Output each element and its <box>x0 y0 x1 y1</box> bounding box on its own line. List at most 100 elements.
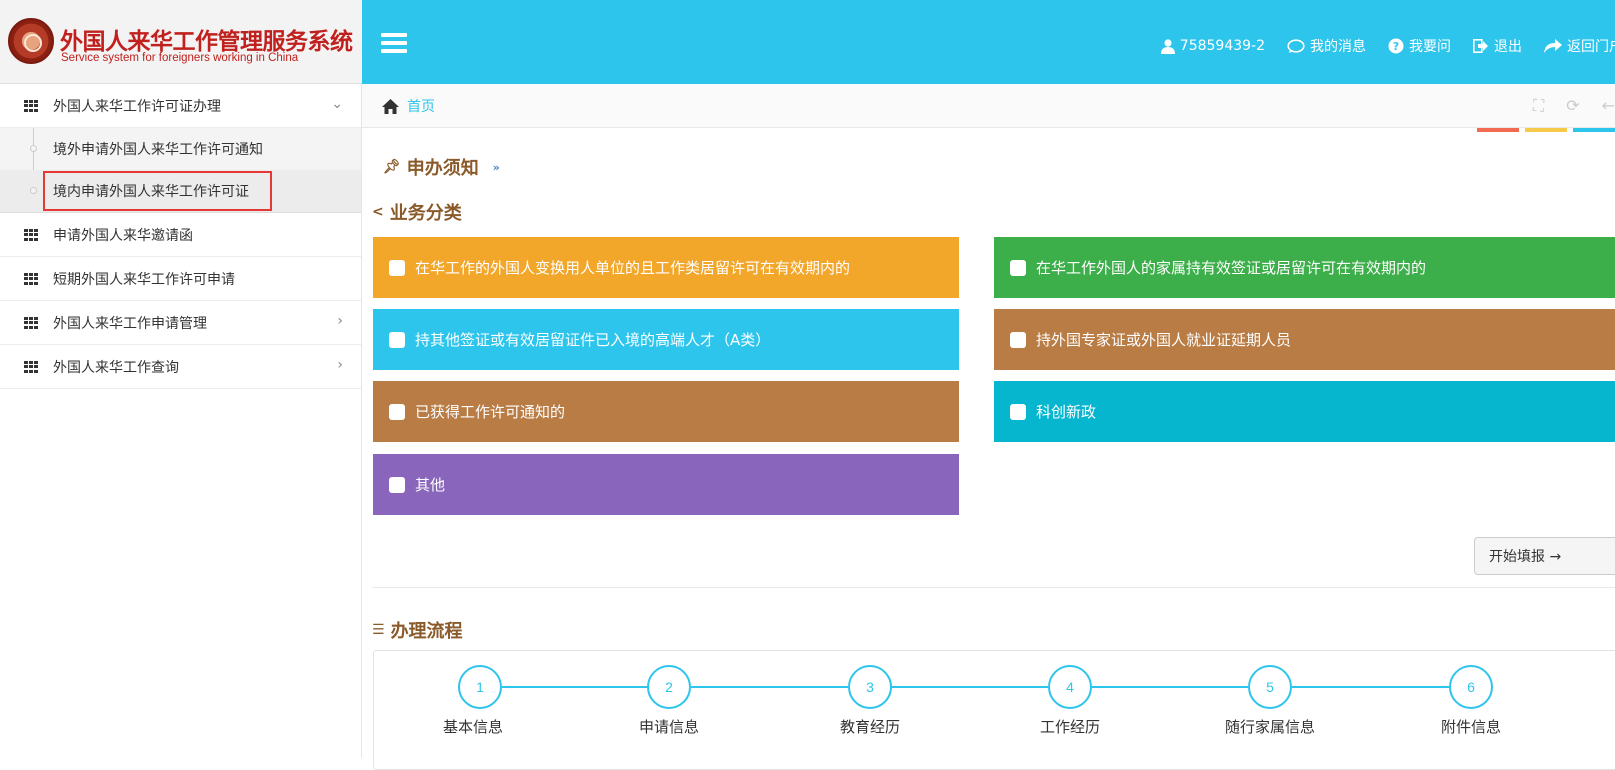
sidebar-item-query[interactable]: 外国人来华工作查询 › <box>0 345 361 389</box>
checkbox[interactable] <box>1010 331 1026 348</box>
sidebar-subitem-label: 境外申请外国人来华工作许可通知 <box>53 142 263 158</box>
messages-label: 我的消息 <box>1310 39 1366 55</box>
checkbox[interactable] <box>389 259 405 276</box>
sidebar-item-short-term[interactable]: 短期外国人来华工作许可申请 <box>0 257 361 301</box>
top-header: 外国人来华工作管理服务系统 Service system for foreign… <box>0 0 1615 84</box>
back-arrow-icon[interactable]: ← <box>1602 96 1615 116</box>
tree-dot-icon <box>30 145 37 152</box>
category-label: 持其他签证或有效居留证件已入境的高端人才（A类） <box>415 331 771 349</box>
tree-dot-icon <box>30 187 37 194</box>
sidebar-item-label: 外国人来华工作查询 <box>53 359 179 376</box>
category-option[interactable]: 其他 <box>373 454 959 515</box>
refresh-icon[interactable]: ⟳ <box>1566 96 1579 116</box>
process-flow <box>373 650 1615 770</box>
category-option[interactable]: 在华工作的外国人变换用人单位的且工作类居留许可在有效期内的 <box>373 237 959 298</box>
sidebar-item-work-permit[interactable]: 外国人来华工作许可证办理 ⌄ <box>0 84 361 128</box>
emblem-icon <box>8 18 54 64</box>
ask-label: 我要问 <box>1409 39 1451 55</box>
category-label: 其他 <box>415 476 446 494</box>
process-title: 办理流程 <box>390 621 463 642</box>
checkbox[interactable] <box>1010 403 1026 420</box>
business-title: 业务分类 <box>389 203 462 224</box>
category-option[interactable]: 持外国专家证或外国人就业证延期人员 <box>994 309 1615 370</box>
start-filling-button[interactable]: 开始填报 → <box>1474 537 1615 575</box>
step-3-label: 教育经历 <box>839 718 901 736</box>
step-1-circle: 1 <box>458 665 502 709</box>
flow-connector <box>891 686 1048 688</box>
user-id-label: 75859439-2 <box>1179 38 1265 54</box>
step-2-label: 申请信息 <box>638 718 700 736</box>
category-option[interactable]: 已获得工作许可通知的 <box>373 381 959 442</box>
step-6-label: 附件信息 <box>1440 718 1502 736</box>
category-label: 在华工作的外国人变换用人单位的且工作类居留许可在有效期内的 <box>415 259 851 277</box>
top-nav: 75859439-2 我的消息 ? 我要问 退出 返回门 <box>1160 36 1615 56</box>
question-circle-icon: ? <box>1388 38 1404 54</box>
category-label: 已获得工作许可通知的 <box>415 403 566 421</box>
svg-text:?: ? <box>1393 40 1399 53</box>
system-subtitle: Service system for foreigners working in… <box>61 52 299 64</box>
grid-icon <box>24 361 38 373</box>
sidebar-item-label: 外国人来华工作许可证办理 <box>53 98 221 115</box>
flow-connector <box>1292 686 1449 688</box>
category-option[interactable]: 持其他签证或有效居留证件已入境的高端人才（A类） <box>373 309 959 370</box>
home-icon <box>382 98 399 114</box>
sidebar-item-label: 外国人来华工作申请管理 <box>53 315 207 332</box>
messages-link[interactable]: 我的消息 <box>1287 36 1366 56</box>
step-3-circle: 3 <box>848 665 892 709</box>
step-2-circle: 2 <box>647 665 691 709</box>
step-6-circle: 6 <box>1449 665 1493 709</box>
fullscreen-icon[interactable]: ⛶ <box>1533 96 1544 116</box>
process-heading: ☰ 办理流程 <box>372 617 463 643</box>
return-portal-label: 返回门户 <box>1567 39 1615 55</box>
divider <box>372 587 1615 588</box>
notice-heading: 📌︎ 申办须知 » <box>383 154 500 180</box>
checkbox[interactable] <box>389 403 405 420</box>
sidebar-submenu: 境外申请外国人来华工作许可通知 境内申请外国人来华工作许可证 <box>0 128 361 213</box>
expand-icon[interactable]: » <box>493 161 500 174</box>
pin-icon: 📌︎ <box>383 159 401 175</box>
category-option[interactable]: 在华工作外国人的家属持有效签证或居留许可在有效期内的 <box>994 237 1615 298</box>
hamburger-menu-icon[interactable] <box>381 33 407 53</box>
category-label: 持外国专家证或外国人就业证延期人员 <box>1036 331 1292 349</box>
logout-label: 退出 <box>1494 39 1522 55</box>
sidebar-item-label: 申请外国人来华邀请函 <box>53 227 193 244</box>
color-strip <box>1525 128 1567 132</box>
business-heading: < 业务分类 <box>372 199 462 225</box>
step-5-circle: 5 <box>1248 665 1292 709</box>
chevron-right-icon: › <box>337 357 343 373</box>
category-option[interactable]: 科创新政 <box>994 381 1615 442</box>
user-account-link[interactable]: 75859439-2 <box>1160 38 1265 54</box>
checkbox[interactable] <box>389 331 405 348</box>
sidebar-subitem-overseas-notice[interactable]: 境外申请外国人来华工作许可通知 <box>0 128 361 170</box>
chevron-right-icon: › <box>337 313 343 329</box>
logo-area: 外国人来华工作管理服务系统 Service system for foreign… <box>0 0 362 84</box>
share-icon: < <box>372 204 384 220</box>
color-strips <box>1471 128 1615 132</box>
flow-connector <box>691 686 848 688</box>
checkbox[interactable] <box>1010 259 1026 276</box>
breadcrumb-home[interactable]: 首页 <box>382 96 435 116</box>
sidebar-item-application-management[interactable]: 外国人来华工作申请管理 › <box>0 301 361 345</box>
grid-icon <box>24 273 38 285</box>
logout-link[interactable]: 退出 <box>1473 36 1522 56</box>
ask-link[interactable]: ? 我要问 <box>1388 36 1451 56</box>
sidebar-item-invitation[interactable]: 申请外国人来华邀请函 <box>0 213 361 257</box>
system-title: 外国人来华工作管理服务系统 <box>60 29 353 55</box>
checkbox[interactable] <box>389 476 405 493</box>
sidebar-subitem-domestic-permit[interactable]: 境内申请外国人来华工作许可证 <box>0 170 361 212</box>
return-portal-link[interactable]: 返回门户 <box>1544 36 1615 56</box>
grid-icon <box>24 229 38 241</box>
share-arrow-icon <box>1544 39 1562 53</box>
sidebar-item-label: 短期外国人来华工作许可申请 <box>53 271 235 288</box>
color-strip <box>1477 128 1519 132</box>
color-strip <box>1573 128 1615 132</box>
breadcrumb-bar: 首页 ⛶ ⟳ ← <box>362 84 1615 128</box>
sign-out-icon <box>1473 39 1488 53</box>
notice-title: 申办须知 <box>406 158 479 179</box>
step-1-label: 基本信息 <box>442 718 504 736</box>
step-4-label: 工作经历 <box>1039 718 1101 736</box>
page-tools: ⛶ ⟳ ← <box>1511 96 1615 116</box>
flow-connector <box>502 686 648 688</box>
category-label: 科创新政 <box>1036 403 1097 421</box>
sidebar: 外国人来华工作许可证办理 ⌄ 境外申请外国人来华工作许可通知 境内申请外国人来华… <box>0 84 362 758</box>
